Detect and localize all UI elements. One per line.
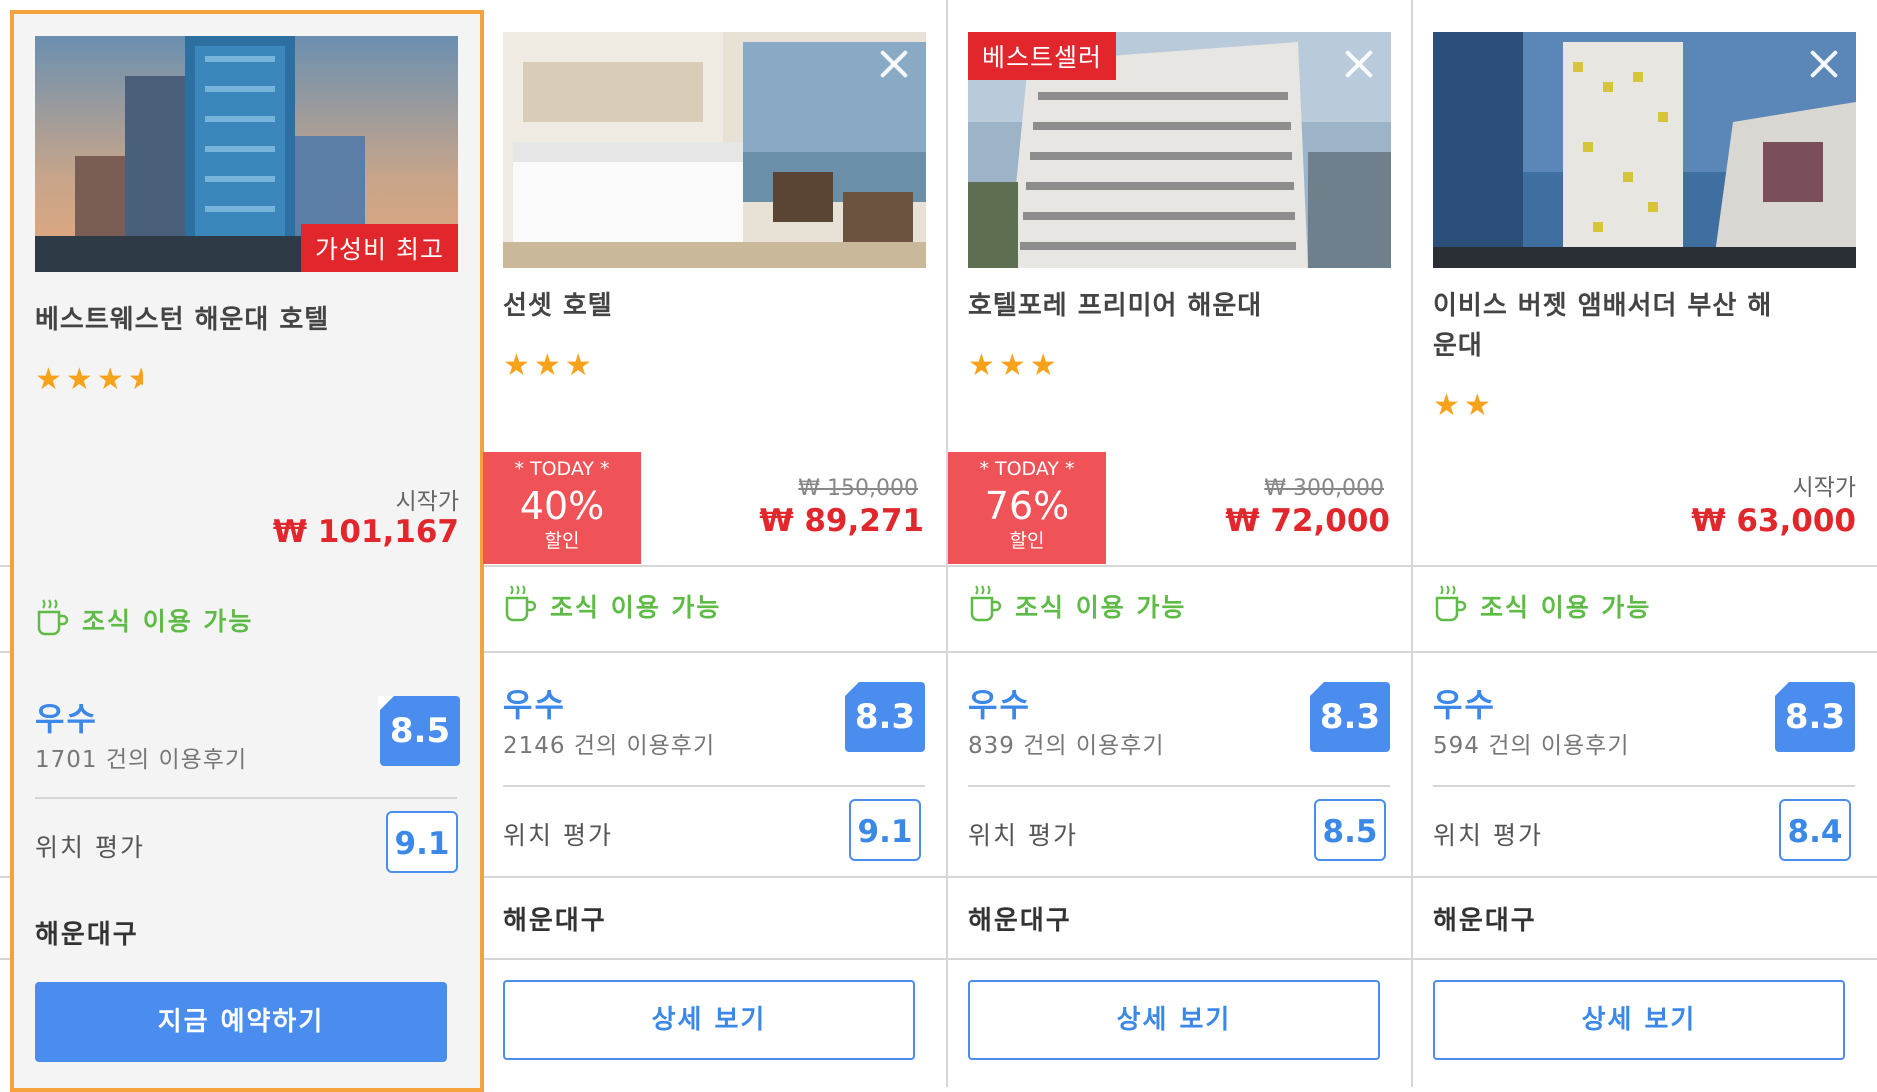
hotel-name[interactable]: 호텔포레 프리미어 해운대 <box>968 286 1262 326</box>
price: ₩ 72,000 <box>1225 503 1390 539</box>
hotel-comparison-board: 가성비 최고 베스트웨스턴 해운대 호텔 ★★★★ 시작가 ₩ 101,167 … <box>0 0 1877 1092</box>
discount-percent: 76% <box>984 484 1070 528</box>
breakfast-available: 조식 이용 가능 <box>550 593 722 622</box>
close-icon[interactable] <box>1804 44 1844 84</box>
review-grade: 우수 <box>503 686 566 724</box>
breakfast-cup-icon <box>505 585 537 622</box>
hotel-photo[interactable] <box>503 32 926 268</box>
star-rating: ★★★ <box>968 348 1061 383</box>
review-count[interactable]: 1701 건의 이용후기 <box>35 740 247 774</box>
star-rating: ★★★ <box>503 348 596 383</box>
hotel-name-line: 이비스 버젯 앰배서더 부산 해 <box>1433 291 1773 321</box>
discount-percent: 40% <box>519 484 605 528</box>
district: 해운대구 <box>1433 906 1537 936</box>
location-score-badge: 8.4 <box>1779 799 1851 861</box>
hotel-name[interactable]: 베스트웨스턴 해운대 호텔 <box>35 300 329 340</box>
star-rating: ★★ <box>1433 388 1495 423</box>
price-label: 시작가 <box>1792 475 1856 501</box>
divider <box>35 797 457 799</box>
book-now-button[interactable]: 지금 예약하기 <box>35 982 447 1062</box>
original-price: ₩ 300,000 <box>1264 476 1384 501</box>
location-score-badge: 9.1 <box>849 799 921 861</box>
review-count[interactable]: 839 건의 이용후기 <box>968 726 1164 760</box>
bestseller-badge: 베스트셀러 <box>968 32 1117 80</box>
column-divider <box>1411 0 1413 1087</box>
location-score-badge: 8.5 <box>1314 799 1386 861</box>
close-icon[interactable] <box>874 44 914 84</box>
discount-badge: * TODAY * 76% 할인 <box>948 452 1106 564</box>
divider <box>968 785 1390 787</box>
review-count[interactable]: 2146 건의 이용후기 <box>503 726 715 760</box>
discount-suffix: 할인 <box>544 530 580 552</box>
view-details-button[interactable]: 상세 보기 <box>503 980 915 1060</box>
hotel-name-line: 운대 <box>1433 331 1483 361</box>
hotel-photo-image <box>1433 32 1856 268</box>
discount-badge: * TODAY * 40% 할인 <box>483 452 641 564</box>
review-score-badge: 8.3 <box>1773 682 1855 752</box>
hotel-name[interactable]: 선셋 호텔 <box>503 286 613 326</box>
discount-suffix: 할인 <box>1009 530 1045 552</box>
price: ₩ 63,000 <box>1691 503 1856 539</box>
close-icon[interactable] <box>1339 44 1379 84</box>
price: ₩ 89,271 <box>759 503 924 539</box>
view-details-button[interactable]: 상세 보기 <box>968 980 1380 1060</box>
review-grade: 우수 <box>35 700 98 738</box>
breakfast-cup-icon <box>970 585 1002 622</box>
divider <box>1433 785 1855 787</box>
review-grade: 우수 <box>1433 686 1496 724</box>
district: 해운대구 <box>35 920 139 950</box>
star-rating: ★★★★ <box>35 362 143 397</box>
location-score-badge: 9.1 <box>386 811 458 873</box>
breakfast-available: 조식 이용 가능 <box>82 607 254 636</box>
hotel-photo[interactable]: 가성비 최고 <box>35 36 458 272</box>
hotel-card-featured[interactable]: 가성비 최고 베스트웨스턴 해운대 호텔 ★★★★ 시작가 ₩ 101,167 … <box>10 10 484 1092</box>
divider <box>503 785 925 787</box>
price: ₩ 101,167 <box>272 514 459 550</box>
breakfast-cup-icon <box>1435 585 1467 622</box>
value-badge: 가성비 최고 <box>301 224 458 272</box>
original-price: ₩ 150,000 <box>798 476 918 501</box>
review-score-badge: 8.3 <box>843 682 925 752</box>
price-label: 시작가 <box>395 489 459 515</box>
hotel-photo[interactable]: 베스트셀러 <box>968 32 1391 268</box>
district: 해운대구 <box>968 906 1072 936</box>
view-details-button[interactable]: 상세 보기 <box>1433 980 1845 1060</box>
review-score-badge: 8.5 <box>378 696 460 766</box>
review-score-badge: 8.3 <box>1308 682 1390 752</box>
location-rating-label: 위치 평가 <box>1433 821 1543 850</box>
hotel-name[interactable]: 이비스 버젯 앰배서더 부산 해 운대 <box>1433 286 1772 366</box>
review-count[interactable]: 594 건의 이용후기 <box>1433 726 1629 760</box>
hotel-photo-image <box>503 32 926 268</box>
location-rating-label: 위치 평가 <box>503 821 613 850</box>
district: 해운대구 <box>503 906 607 936</box>
breakfast-cup-icon <box>37 599 69 636</box>
deal-label: * TODAY * <box>979 458 1075 480</box>
deal-label: * TODAY * <box>514 458 610 480</box>
location-rating-label: 위치 평가 <box>35 833 145 862</box>
review-grade: 우수 <box>968 686 1031 724</box>
location-rating-label: 위치 평가 <box>968 821 1078 850</box>
breakfast-available: 조식 이용 가능 <box>1480 593 1652 622</box>
breakfast-available: 조식 이용 가능 <box>1015 593 1187 622</box>
hotel-photo[interactable] <box>1433 32 1856 268</box>
